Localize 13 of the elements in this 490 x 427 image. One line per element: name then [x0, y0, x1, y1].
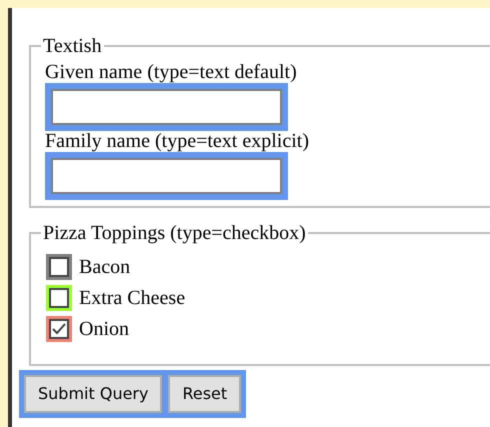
fieldset-legend: Pizza Toppings (type=checkbox): [41, 223, 308, 243]
field-label: Family name (type=text explicit): [45, 131, 310, 152]
checkbox[interactable]: [46, 254, 72, 280]
checkbox[interactable]: [46, 284, 72, 310]
checkbox-label: Extra Cheese: [79, 286, 186, 310]
fieldset-legend: Textish: [41, 36, 104, 56]
field-label: Given name (type=text default): [45, 62, 298, 83]
form-button[interactable]: Reset: [168, 375, 242, 413]
checkbox-label: Bacon: [79, 254, 130, 280]
form-button[interactable]: Submit Query: [24, 375, 162, 413]
checkbox[interactable]: [46, 316, 72, 342]
checkmark-icon: [52, 322, 66, 334]
checkbox-label: Onion: [79, 316, 129, 342]
